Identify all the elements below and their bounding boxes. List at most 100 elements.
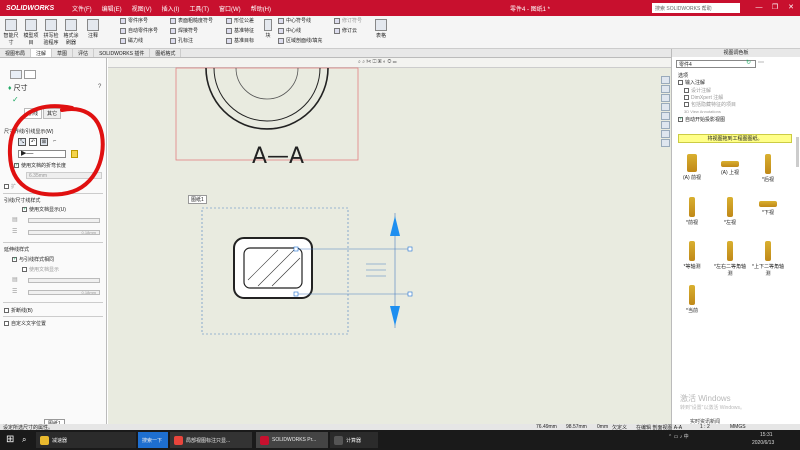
feature-tree-tab-icon[interactable] <box>10 70 22 79</box>
document-title: 零件4 - 图纸1 * <box>510 7 551 13</box>
format-painter-button[interactable]: 格式涂刷器 <box>62 19 80 46</box>
balloon-button[interactable]: 零件序号 <box>120 17 148 24</box>
tray-icons[interactable]: ⌃ ▭ ♪ 中 <box>668 433 689 440</box>
import-annotations-checkbox[interactable]: 输入注解 <box>678 79 705 86</box>
scrollbar[interactable] <box>796 137 799 167</box>
auto-projection-checkbox[interactable]: 自动开始投影视图 <box>678 116 725 123</box>
extension-style-section-title[interactable]: 延伸线样式 <box>4 246 29 253</box>
surface-finish-button[interactable]: 表面粗糙度符号 <box>170 17 213 24</box>
design-annotations-checkbox[interactable]: 设计注解 <box>684 87 711 94</box>
taskbar-chrome[interactable]: 局部视图标注只显... <box>170 432 252 448</box>
view-front[interactable]: *前视 <box>674 197 710 226</box>
taskbar-browser-search[interactable]: 搜索一下 <box>138 432 168 448</box>
revision-cloud-button[interactable]: 修订云 <box>334 27 357 34</box>
tab-addins[interactable]: SOLIDWORKS 插件 <box>94 49 151 57</box>
line-thickness-select[interactable]: 0.18mm <box>28 230 100 235</box>
taskbar-search-icon[interactable]: ⌕ <box>22 435 26 445</box>
geometric-tolerance-button[interactable]: 形位公差 <box>226 17 254 24</box>
taskbar-solidworks[interactable]: SOLIDWORKS Pr... <box>256 432 328 448</box>
view-front-a[interactable]: (A) 前视 <box>674 154 710 181</box>
block-button[interactable]: 块 <box>262 19 274 39</box>
options-label: 选项 <box>678 73 689 79</box>
taskbar-explorer[interactable]: 减速器 <box>36 432 136 448</box>
tab-sketch[interactable]: 草图 <box>52 49 74 57</box>
task-pane-resources-icon[interactable] <box>661 85 670 93</box>
view-bottom[interactable]: *下视 <box>750 201 786 216</box>
menu-view[interactable]: 视图(V) <box>132 4 152 13</box>
magnetic-line-button[interactable]: 磁力线 <box>120 37 143 44</box>
property-manager: ♦ 尺寸 ? ✓ 引线 其它 尺寸界线/引线显示(W) ⤡ ↶ ⊠ ⌐ ▶— 使… <box>0 58 107 424</box>
menu-insert[interactable]: 插入(I) <box>162 4 180 13</box>
dimxpert-checkbox[interactable]: DimXpert 注解 <box>684 94 723 101</box>
task-pane-home-icon[interactable] <box>661 76 670 84</box>
use-doc-display2-checkbox[interactable]: 使用文档显示 <box>22 266 59 273</box>
property-manager-tab-icon[interactable] <box>24 70 36 79</box>
line-style-select[interactable] <box>28 218 100 223</box>
menu-file[interactable]: 文件(F) <box>72 4 92 13</box>
inner-circle-arc <box>213 67 321 122</box>
datum-target-button[interactable]: 基准目标 <box>226 37 254 44</box>
taskbar-calculator[interactable]: 计算器 <box>330 432 378 448</box>
center-mark-button[interactable]: 中心符号线 <box>278 17 311 24</box>
note-button[interactable]: 注释 <box>84 19 102 39</box>
custom-text-position-checkbox[interactable]: 自定义文字位置 <box>4 320 46 327</box>
view-dimetric-lr[interactable]: *左右二等角轴测 <box>712 241 748 277</box>
view-left[interactable]: *左视 <box>712 197 748 226</box>
refresh-icon[interactable]: ↻ <box>746 59 751 66</box>
area-hatch-button[interactable]: 区域剖面线/填充 <box>278 37 322 44</box>
view-back[interactable]: *后视 <box>750 154 786 183</box>
windows-start-icon[interactable]: ⊞ <box>6 434 14 445</box>
task-pane-design-library-icon[interactable] <box>661 94 670 102</box>
clock-date[interactable]: 2020/6/13 <box>752 440 774 446</box>
tab-sheet-format[interactable]: 图纸格式 <box>150 49 182 57</box>
browse-icon[interactable]: ⋯ <box>758 59 764 66</box>
task-pane-tabs <box>661 76 671 148</box>
ext-line-style-select[interactable] <box>28 278 100 283</box>
task-pane-custom-props-icon[interactable] <box>661 130 670 138</box>
spell-checker-button[interactable]: 拼写检验程序 <box>42 19 60 46</box>
weld-symbol-button[interactable]: 焊接符号 <box>170 27 198 34</box>
clock-time[interactable]: 15:31 <box>760 432 773 438</box>
menu-help[interactable]: 帮助(H) <box>251 4 271 13</box>
centerline-button[interactable]: 中心线 <box>278 27 301 34</box>
view-isometric[interactable]: *等轴测 <box>674 241 710 270</box>
task-pane-forum-icon[interactable] <box>661 139 670 147</box>
view-top-a[interactable]: (A) 上视 <box>712 161 748 176</box>
smart-dimension-button[interactable]: 智能尺寸 <box>2 19 20 46</box>
hub-arc <box>235 67 299 100</box>
hidden-features-checkbox[interactable]: 包括隐藏特征的项目 <box>684 101 736 108</box>
task-pane-file-explorer-icon[interactable] <box>661 103 670 111</box>
minimize-icon[interactable]: — <box>752 0 766 16</box>
news-widget[interactable]: 实时资讯新闻 <box>690 418 720 425</box>
line-thickness-icon: ☰ <box>12 229 18 235</box>
table-button[interactable]: 表格 <box>372 19 390 39</box>
task-pane-appearances-icon[interactable] <box>661 121 670 129</box>
title-bar: SOLIDWORKS 文件(F) 编辑(E) 视图(V) 插入(I) 工具(T)… <box>0 0 800 16</box>
revision-symbol-button[interactable]: 修订符号 <box>334 17 362 24</box>
part-select[interactable]: 零件4 <box>676 60 756 68</box>
view-dimetric-tb[interactable]: *上下二等角轴测 <box>750 241 786 277</box>
tab-view-layout[interactable]: 视图布局 <box>0 49 32 57</box>
close-icon[interactable]: ✕ <box>784 0 798 16</box>
menu-tools[interactable]: 工具(T) <box>189 4 209 13</box>
menu-window[interactable]: 窗口(W) <box>219 4 241 13</box>
model-items-button[interactable]: 模型项目 <box>22 19 40 46</box>
help-icon[interactable]: ? <box>98 84 101 90</box>
use-doc-display-checkbox[interactable]: 使用文档显示(U) <box>22 206 66 213</box>
activation-watermark: 激活 Windows <box>680 394 731 403</box>
ext-line-style-icon: ▤ <box>12 277 18 283</box>
tab-evaluate[interactable]: 评估 <box>73 49 95 57</box>
hole-callout-button[interactable]: 孔标注 <box>170 37 193 44</box>
menu-edit[interactable]: 编辑(E) <box>102 4 122 13</box>
auto-balloon-button[interactable]: 自动零件序号 <box>120 27 158 34</box>
task-pane-view-palette-icon[interactable] <box>661 112 670 120</box>
ext-line-thickness-select[interactable]: 0.18mm <box>28 290 100 295</box>
help-search-input[interactable]: 搜索 SOLIDWORKS 帮助 <box>652 3 740 13</box>
break-line-checkbox[interactable]: 折断线(B) <box>4 307 33 314</box>
view-current[interactable]: *当前 <box>674 285 710 314</box>
same-as-leader-checkbox[interactable]: 与引线样式相同 <box>12 256 54 263</box>
restore-icon[interactable]: ❐ <box>768 0 782 16</box>
tab-annotation[interactable]: 注解 <box>31 49 53 57</box>
part-outer-outline <box>233 237 313 299</box>
datum-feature-button[interactable]: 基准特征 <box>226 27 254 34</box>
